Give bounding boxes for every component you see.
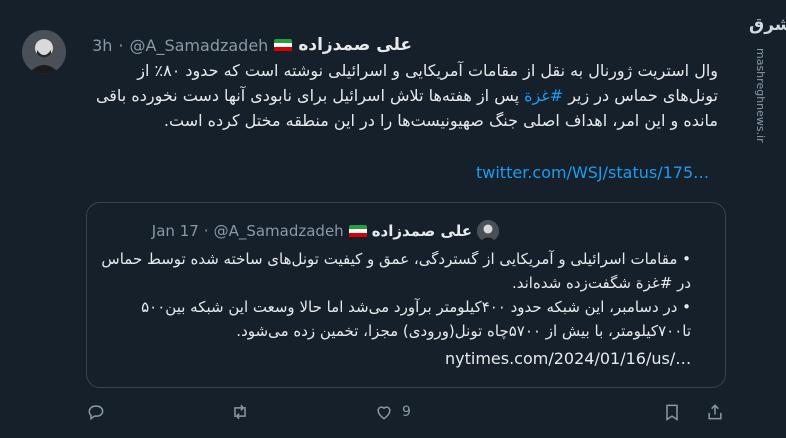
quoted-tweet[interactable]: Jan 17 · @A_Samadzadeh علی صمدزاده • مقا…	[86, 202, 726, 388]
tweet-header: 3h · @A_Samadzadeh علی صمدزاده	[92, 35, 412, 55]
quoted-paragraph-1: • مقامات اسرائیلی و آمریکایی از گستردگی،…	[101, 250, 691, 292]
separator: ·	[203, 222, 209, 240]
tweet-time[interactable]: 3h	[92, 36, 112, 55]
quoted-tweet-header: Jan 17 · @A_Samadzadeh علی صمدزاده	[152, 220, 499, 242]
bookmark-button[interactable]	[662, 402, 682, 422]
share-icon	[708, 404, 722, 420]
iran-flag-icon	[348, 224, 367, 238]
like-count: 9	[402, 404, 411, 420]
quoted-paragraph-2: • در دسامبر، این شبکه حدود ۴۰۰کیلومتر بر…	[141, 298, 691, 340]
quoted-author-handle: @A_Samadzadeh	[213, 222, 344, 240]
quoted-avatar	[477, 220, 499, 242]
bookmark-icon	[666, 404, 678, 421]
quoted-tweet-date: Jan 17	[151, 222, 199, 240]
separator: ·	[118, 35, 124, 55]
tweet: 3h · @A_Samadzadeh علی صمدزاده وال استری…	[0, 0, 786, 438]
like-button[interactable]: 9	[374, 402, 411, 422]
quoted-tweet-link[interactable]: nytimes.com/2024/01/16/us/…	[445, 349, 691, 368]
brand-logo: مشرق	[749, 15, 786, 35]
avatar[interactable]	[22, 30, 66, 74]
iran-flag-icon	[274, 38, 293, 52]
retweet-button[interactable]	[230, 402, 250, 422]
quoted-tweet-text: • مقامات اسرائیلی و آمریکایی از گستردگی،…	[101, 247, 691, 343]
retweet-icon	[234, 404, 246, 420]
share-button[interactable]	[705, 402, 725, 422]
brand-site: mashreghnews.ir	[754, 48, 767, 143]
author-handle[interactable]: @A_Samadzadeh	[130, 36, 269, 55]
tweet-text: وال استریت ژورنال به نقل از مقامات آمریک…	[86, 58, 718, 133]
tweet-link[interactable]: twitter.com/WSJ/status/175…	[476, 163, 709, 182]
hashtag-link[interactable]: #غزة	[524, 86, 563, 105]
reply-icon	[88, 405, 104, 421]
action-bar: 9	[86, 402, 726, 428]
author-name[interactable]: علی صمدزاده	[298, 35, 412, 55]
quoted-author-name: علی صمدزاده	[371, 222, 472, 240]
like-icon	[377, 406, 391, 420]
reply-button[interactable]	[86, 402, 106, 422]
